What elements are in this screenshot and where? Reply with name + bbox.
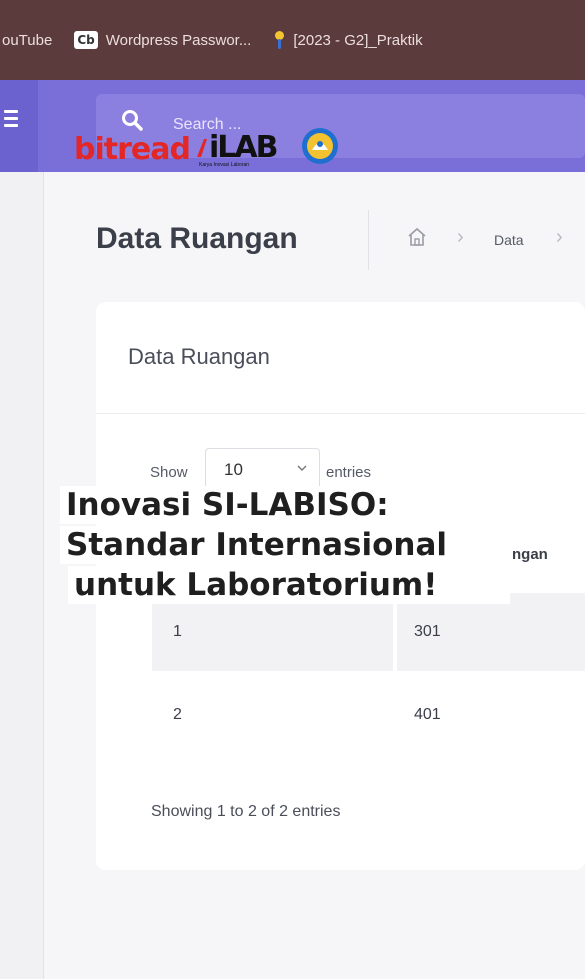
table-cell-no: 2 [173, 706, 182, 723]
entries-label: entries [326, 464, 372, 481]
hamburger-menu-icon[interactable] [4, 110, 18, 130]
ilab-logo: iLAB Karya Inovasi Laboran [195, 130, 278, 169]
pin-icon [273, 31, 285, 49]
table-cell-ruangan: 301 [414, 623, 441, 640]
bookmark-youtube[interactable]: ouTube [2, 32, 52, 49]
header-left-block [0, 80, 38, 172]
show-label: Show [150, 464, 188, 481]
bookmarks-bar: ouTube Cb Wordpress Passwor... [2023 - G… [0, 0, 585, 80]
caption-line-1: Inovasi SI-LABISO: [60, 486, 395, 524]
breadcrumb-data[interactable]: Data [494, 232, 524, 248]
emblem-icon [302, 128, 338, 164]
bookmark-label: [2023 - G2]_Praktik [293, 31, 423, 49]
bitread-logo: bitread [74, 132, 191, 167]
bookmark-label: ouTube [2, 31, 53, 49]
ilab-tagline: Karya Inovasi Laboran [199, 162, 250, 168]
chevron-right-icon: › [457, 226, 464, 248]
sidebar [0, 172, 44, 979]
table-cell-no: 1 [173, 623, 182, 640]
table-cell-ruangan: 401 [414, 706, 441, 723]
chevron-down-icon [297, 465, 307, 471]
page-title: Data Ruangan [96, 222, 298, 255]
search-icon [122, 110, 143, 131]
bookmark-praktik[interactable]: [2023 - G2]_Praktik [273, 31, 423, 49]
breadcrumb-divider [368, 210, 369, 270]
bookmark-label: Wordpress Passwor... [105, 31, 252, 49]
entries-select-value: 10 [224, 460, 243, 479]
caption-line-2: Standar Internasional [60, 526, 454, 564]
bookmark-wordpress[interactable]: Cb Wordpress Passwor... [74, 31, 251, 49]
home-icon[interactable] [406, 226, 428, 248]
cb-icon: Cb [74, 31, 98, 49]
table-info: Showing 1 to 2 of 2 entries [151, 803, 341, 820]
ilab-logo-text: iLAB [209, 130, 278, 165]
chevron-right-icon: › [556, 226, 563, 248]
table-row [152, 593, 585, 671]
cell-divider [393, 593, 397, 671]
card-title: Data Ruangan [128, 344, 270, 369]
column-header-ruangan[interactable]: ngan [512, 546, 548, 563]
caption-line-3: untuk Laboratorium! [68, 566, 510, 604]
